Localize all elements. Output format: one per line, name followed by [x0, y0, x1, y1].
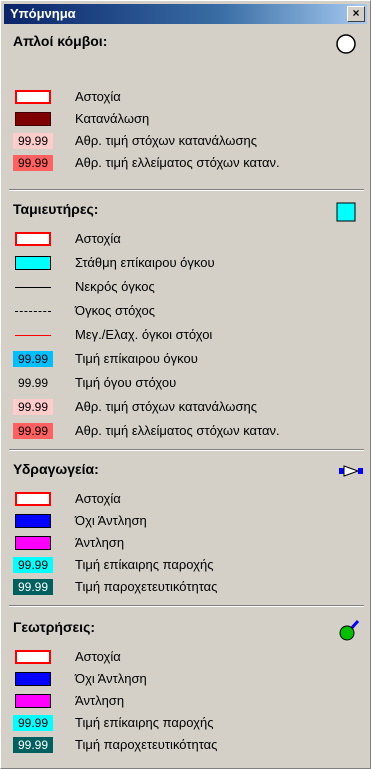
legend-color-swatch: [15, 514, 51, 528]
divider: [9, 189, 364, 191]
legend-item-label: Τιμή όγου στόχου: [75, 375, 177, 390]
legend-color-swatch: [15, 650, 51, 664]
legend-item: 99.99 Τιμή όγου στόχου: [9, 373, 364, 393]
section-reservoirs: Ταμιευτήρες: Αστοχία Στάθμη επίκαιρου όγκ…: [9, 201, 364, 461]
divider: [9, 605, 364, 607]
legend-color-swatch: [15, 492, 51, 506]
section-nodes: Απλοί κόμβοι: Αστοχία Κατανάλωση 99.99 Αθρ.…: [9, 33, 364, 193]
legend-value-sample: 99.99: [13, 133, 53, 149]
legend-line-sample: [15, 287, 51, 288]
legend-item-label: Άντληση: [75, 535, 125, 550]
legend-item-label: Τιμή επίκαιρης παροχής: [75, 715, 214, 730]
legend-item: Κατανάλωση: [9, 109, 364, 129]
legend-color-swatch: [15, 672, 51, 686]
legend-color-swatch: [15, 536, 51, 550]
title-bar[interactable]: Υπόμνημα ×: [4, 4, 367, 24]
legend-item: Μεγ./Ελαχ. όγκοι στόχοι: [9, 325, 364, 345]
circle-icon: [336, 34, 356, 54]
legend-item: Όγκος στόχος: [9, 301, 364, 321]
legend-value-sample: 99.99: [13, 557, 53, 573]
legend-value-sample: 99.99: [17, 376, 49, 390]
legend-window: Υπόμνημα × Απλοί κόμβοι: Αστοχία Κατανάλω…: [0, 0, 371, 769]
section-title-aqueducts: Υδραγωγεία:: [13, 461, 99, 477]
legend-item-label: Τιμή επίκαιρης παροχής: [75, 557, 214, 572]
legend-item-label: Αστοχία: [75, 491, 121, 506]
legend-item: 99.99 Τιμή επίκαιρου όγκου: [9, 349, 364, 369]
legend-item-label: Κατανάλωση: [75, 111, 150, 126]
aqueduct-icon: [339, 465, 363, 477]
legend-item: 99.99 Αθρ. τιμή στόχων κατανάλωσης: [9, 131, 364, 151]
legend-item-label: Αθρ. τιμή ελλείματος στόχων καταν.: [75, 423, 280, 438]
section-aqueducts: Υδραγωγεία: Αστοχία Όχι Άντληση Άντληση 99.…: [9, 461, 364, 601]
borehole-icon: [339, 619, 360, 641]
legend-item-label: Αθρ. τιμή ελλείματος στόχων καταν.: [75, 155, 280, 170]
legend-item-label: Αστοχία: [75, 89, 121, 104]
legend-item: Αστοχία: [9, 229, 364, 249]
legend-item: 99.99 Τιμή επίκαιρης παροχής: [9, 713, 364, 733]
legend-value-sample: 99.99: [13, 399, 53, 415]
legend-item-label: Άντληση: [75, 693, 125, 708]
legend-value-sample: 99.99: [13, 423, 53, 439]
legend-item-label: Αθρ. τιμή στόχων κατανάλωσης: [75, 133, 257, 148]
legend-item-label: Νεκρός όγκος: [75, 279, 155, 294]
legend-item-label: Όγκος στόχος: [75, 303, 156, 318]
legend-item: 99.99 Αθρ. τιμή ελλείματος στόχων καταν.: [9, 421, 364, 441]
legend-value-sample: 99.99: [13, 715, 53, 731]
legend-item-label: Όχι Άντληση: [75, 513, 147, 528]
legend-item: Αστοχία: [9, 87, 364, 107]
window-title: Υπόμνημα: [10, 6, 76, 21]
legend-item-label: Τιμή παροχετευτικότητας: [75, 737, 218, 752]
legend-item-label: Στάθμη επίκαιρου όγκου: [75, 255, 215, 270]
legend-color-swatch: [15, 694, 51, 708]
legend-item: Όχι Άντληση: [9, 669, 364, 689]
square-cyan-icon: [336, 202, 356, 222]
section-title-reservoirs: Ταμιευτήρες:: [13, 201, 99, 217]
legend-item: 99.99 Τιμή παροχετευτικότητας: [9, 577, 364, 597]
legend-item-label: Όχι Άντληση: [75, 671, 147, 686]
legend-item: Όχι Άντληση: [9, 511, 364, 531]
legend-color-swatch: [15, 90, 51, 104]
legend-value-sample: 99.99: [13, 155, 53, 171]
section-boreholes: Γεωτρήσεις: Αστοχία Όχι Άντληση Άντληση 99.…: [9, 619, 364, 759]
legend-item-label: Αθρ. τιμή στόχων κατανάλωσης: [75, 399, 257, 414]
legend-line-sample: [15, 335, 51, 336]
legend-item: Αστοχία: [9, 647, 364, 667]
legend-line-sample: [15, 311, 51, 312]
legend-item-label: Αστοχία: [75, 649, 121, 664]
legend-item: Στάθμη επίκαιρου όγκου: [9, 253, 364, 273]
legend-item: 99.99 Αθρ. τιμή στόχων κατανάλωσης: [9, 397, 364, 417]
legend-color-swatch: [15, 232, 51, 246]
divider: [9, 449, 364, 451]
legend-item-label: Μεγ./Ελαχ. όγκοι στόχοι: [75, 327, 213, 342]
legend-value-sample: 99.99: [13, 737, 53, 753]
section-title-nodes: Απλοί κόμβοι:: [13, 33, 108, 49]
legend-item: Νεκρός όγκος: [9, 277, 364, 297]
legend-item-label: Τιμή επίκαιρου όγκου: [75, 351, 198, 366]
legend-item: Αστοχία: [9, 489, 364, 509]
legend-value-sample: 99.99: [13, 579, 53, 595]
close-button[interactable]: ×: [347, 6, 365, 22]
legend-item-label: Αστοχία: [75, 231, 121, 246]
legend-item: 99.99 Τιμή παροχετευτικότητας: [9, 735, 364, 755]
legend-item: Άντληση: [9, 691, 364, 711]
legend-item: Άντληση: [9, 533, 364, 553]
legend-item: 99.99 Τιμή επίκαιρης παροχής: [9, 555, 364, 575]
legend-item-label: Τιμή παροχετευτικότητας: [75, 579, 218, 594]
section-title-boreholes: Γεωτρήσεις:: [13, 619, 96, 635]
legend-color-swatch: [15, 112, 51, 126]
legend-color-swatch: [15, 256, 51, 270]
legend-value-sample: 99.99: [13, 351, 53, 367]
legend-item: 99.99 Αθρ. τιμή ελλείματος στόχων καταν.: [9, 153, 364, 173]
